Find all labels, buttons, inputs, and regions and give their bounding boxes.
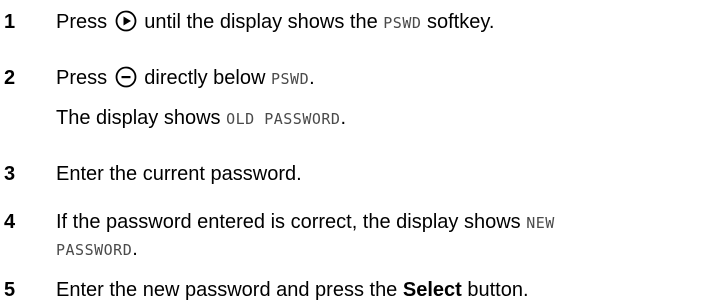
step-text-continued: PASSWORD. [56,237,138,262]
lcd-softkey-label: PSWD [270,70,310,88]
step-text: Press directly below PSWD. [56,66,315,91]
step-text-part: Press [56,67,108,89]
step-text-part: directly below [144,67,266,89]
step-text-part: If the password entered is correct, the … [56,211,521,233]
step-text-part: Press [56,11,108,33]
lcd-display-text: OLD PASSWORD [226,110,341,128]
step-text-part: until the display shows the [144,11,378,33]
lcd-softkey-label: PSWD [383,14,422,32]
step-number: 3 [4,163,16,185]
step-text-part: softkey. [426,11,495,33]
step-number: 1 [4,11,16,33]
step-text: Enter the new password and press the Sel… [56,278,529,302]
minus-softkey-icon [115,66,137,88]
lcd-display-text: NEW [526,214,555,232]
step-text: If the password entered is correct, the … [56,210,555,235]
step-number: 2 [4,67,16,89]
step-text-part: Enter the new password and press the [56,279,398,301]
play-right-icon [115,10,137,32]
step-text: Enter the current password. [56,162,302,186]
step-text-part: . [309,67,315,89]
step-text-part: . [132,238,138,260]
step-note: The display shows OLD PASSWORD. [56,106,346,131]
step-text: Press until the display shows the PSWD s… [56,10,494,35]
step-text-part: Enter the current password. [56,163,302,185]
step-text-part: button. [467,279,529,301]
step-text-part: . [340,107,347,129]
lcd-display-text: PASSWORD [56,241,133,259]
select-button-label: Select [402,279,462,301]
step-text-part: The display shows [56,107,221,129]
step-number: 4 [4,211,16,233]
step-number: 5 [4,279,16,301]
